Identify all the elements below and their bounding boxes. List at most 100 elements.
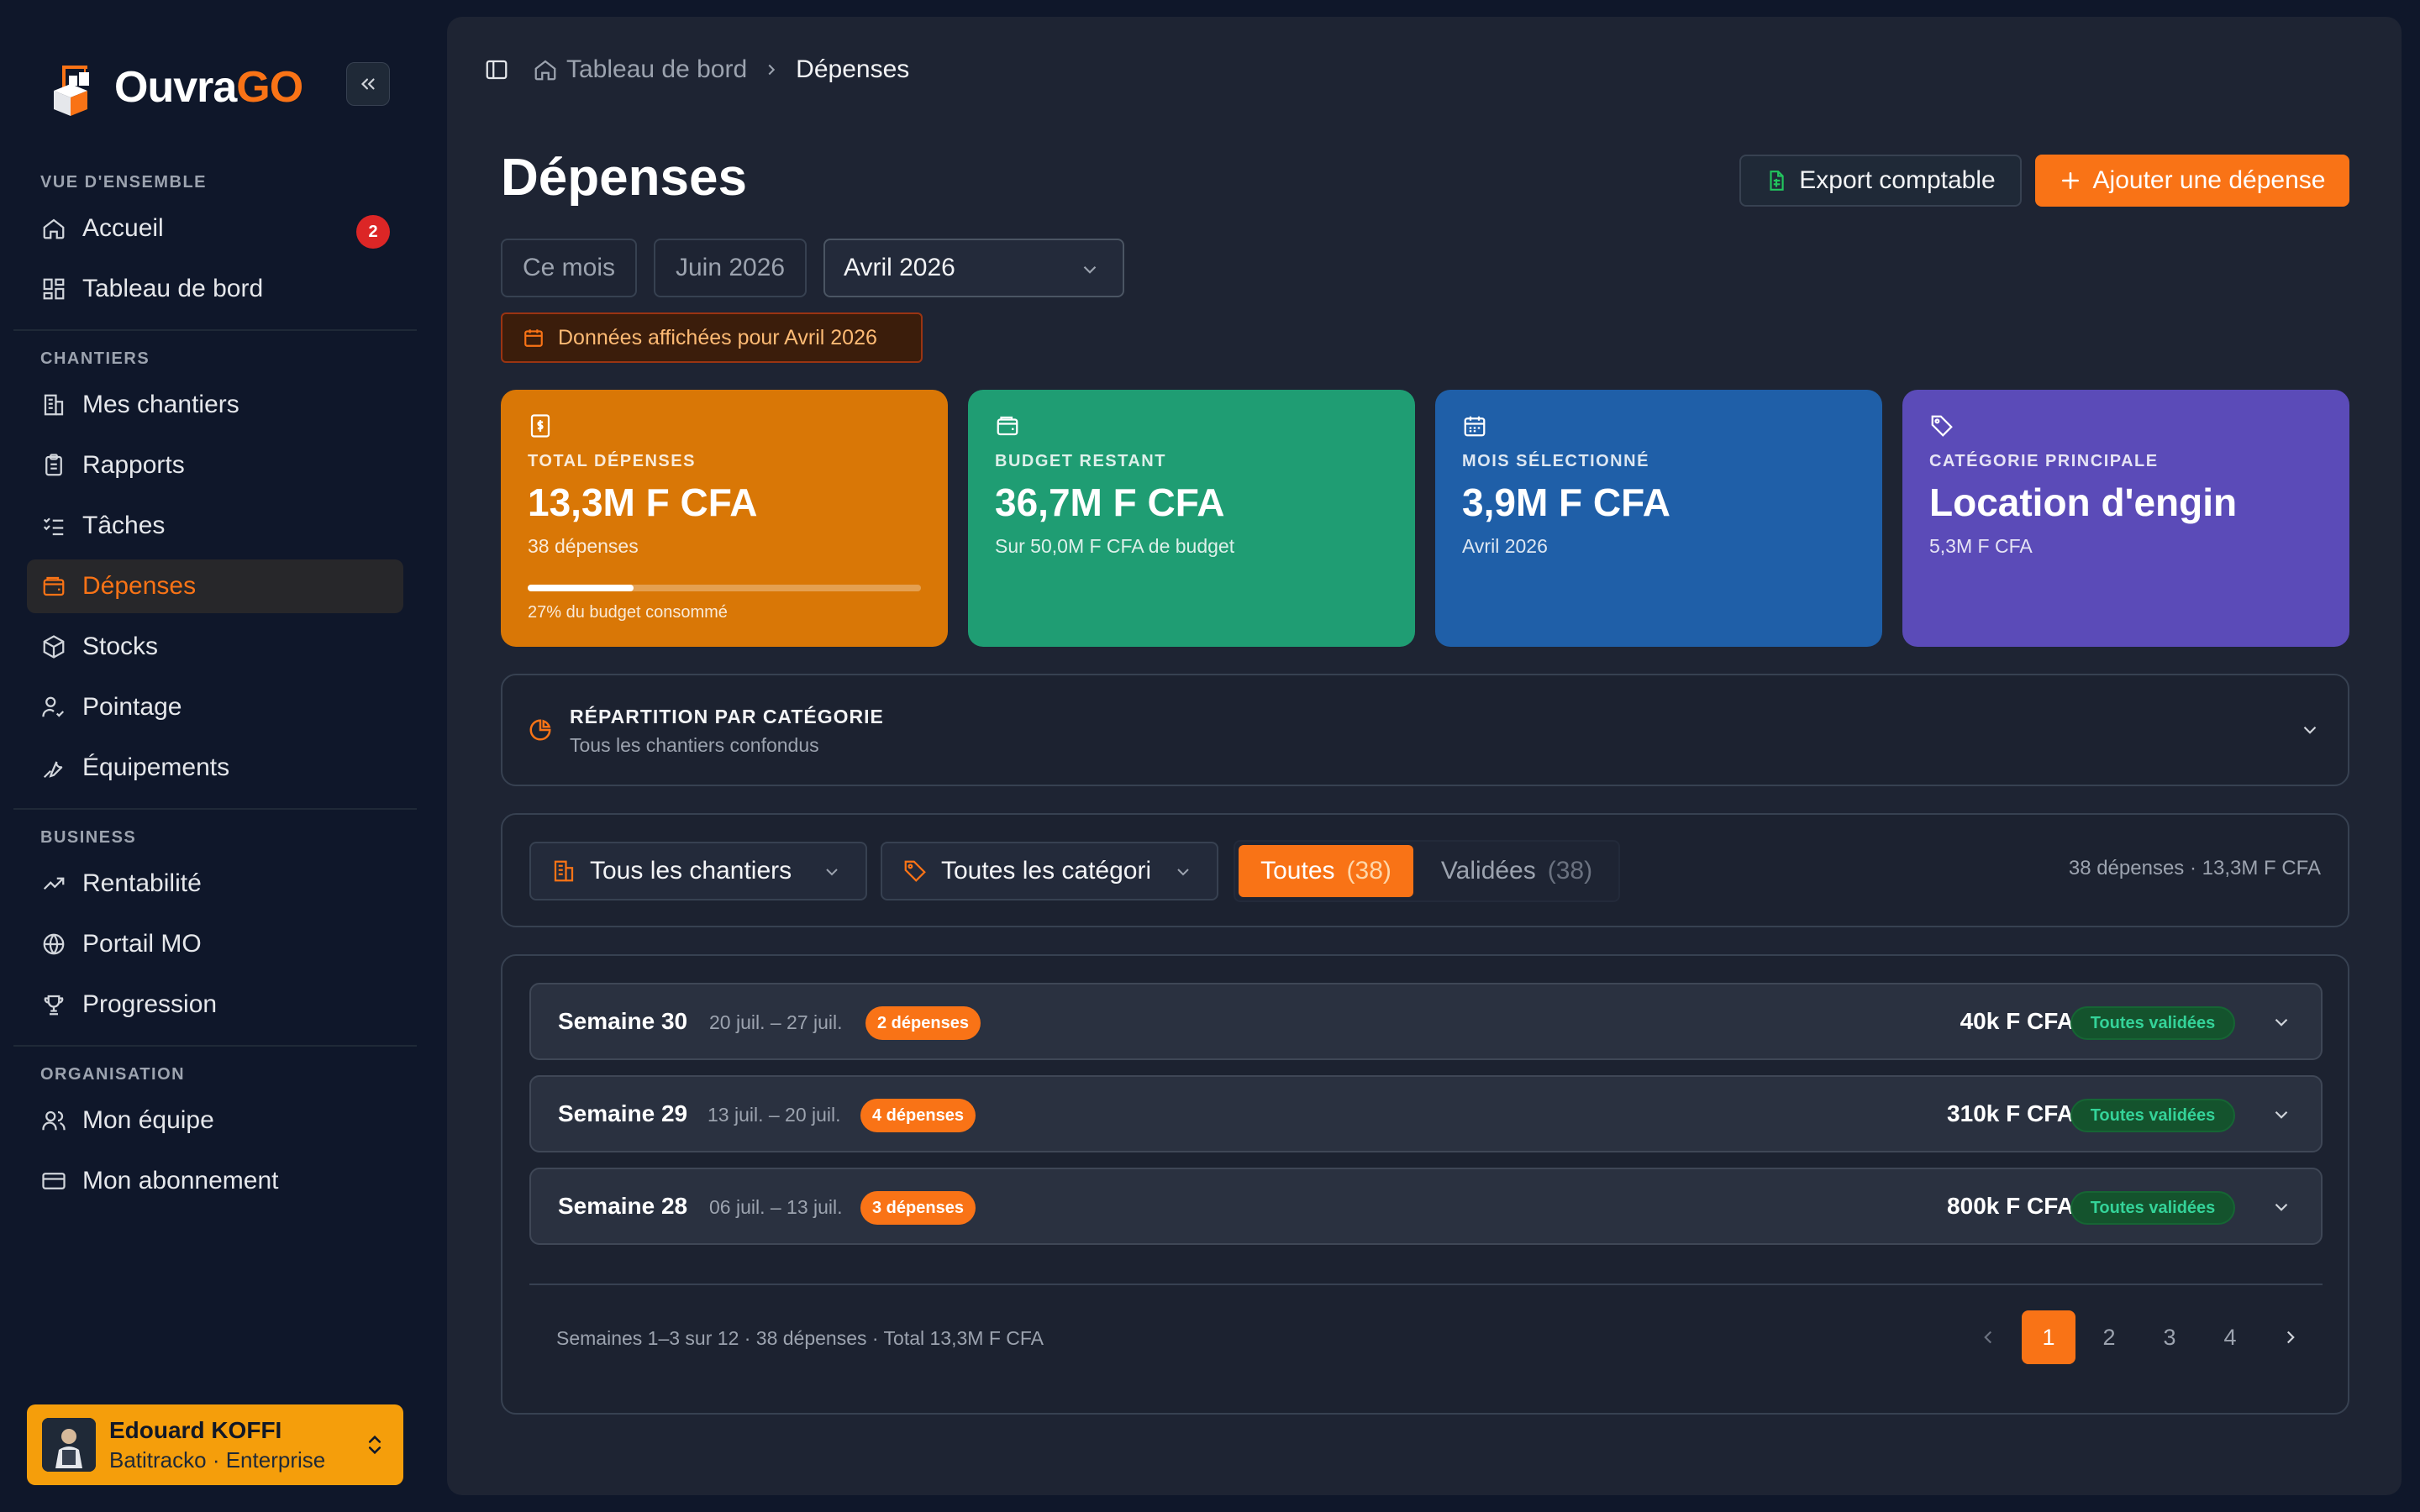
sidebar-item-tableau-de-bord[interactable]: Tableau de bord (27, 262, 403, 316)
sidebar-item-label: Rapports (82, 451, 185, 479)
users-icon (40, 1107, 67, 1134)
sidebar-item-progression[interactable]: Progression (27, 978, 403, 1032)
chevron-down-icon (2270, 1011, 2292, 1037)
sidebar-item-label: Mes chantiers (82, 391, 239, 418)
tag-icon (1929, 413, 2323, 438)
pagination-page-button[interactable]: 2 (2082, 1310, 2136, 1364)
add-expense-button[interactable]: Ajouter une dépense (2035, 155, 2349, 207)
user-menu-button[interactable]: Edouard KOFFI Batitracko · Enterprise (27, 1404, 403, 1485)
period-this-month-button[interactable]: Ce mois (501, 239, 638, 297)
tab-count: (38) (1547, 857, 1593, 885)
breadcrumb-link-dashboard[interactable]: Tableau de bord (566, 55, 747, 84)
pagination-page-button[interactable]: 4 (2203, 1310, 2257, 1364)
user-check-icon (40, 694, 67, 721)
tab-validees[interactable]: Validées (38) (1428, 845, 1605, 897)
month-select-value: Avril 2026 (844, 254, 955, 281)
month-select[interactable]: Avril 2026 (823, 239, 1124, 297)
sidebar-item-label: Tableau de bord (82, 275, 264, 302)
nav-divider (13, 808, 417, 810)
week-row[interactable]: Semaine 28 06 juil. – 13 juil. 3 dépense… (529, 1168, 2323, 1245)
pagination-summary: Semaines 1–3 sur 12 · 38 dépenses · Tota… (556, 1327, 1044, 1349)
expense-count-badge: 3 dépenses (860, 1191, 976, 1225)
sidebar-item-stocks[interactable]: Stocks (27, 620, 403, 674)
sidebar-item-rentabilite[interactable]: Rentabilité (27, 857, 403, 911)
week-amount: 800k F CFA (1947, 1193, 2074, 1219)
chevron-down-icon (1173, 862, 1193, 882)
brand-logo[interactable]: OuvraGO (50, 54, 303, 121)
sidebar-item-rapports[interactable]: Rapports (27, 438, 403, 492)
collapse-sidebar-button[interactable] (346, 62, 390, 106)
budget-progress-fill (528, 585, 634, 591)
week-row[interactable]: Semaine 30 20 juil. – 27 juil. 2 dépense… (529, 983, 2323, 1060)
tab-label: Toutes (1260, 857, 1335, 885)
stat-card-total: TOTAL DÉPENSES 13,3M F CFA 38 dépenses 2… (501, 390, 948, 647)
chevrons-left-icon (360, 78, 375, 90)
stat-label: CATÉGORIE PRINCIPALE (1929, 452, 2159, 470)
sidebar-item-mon-equipe[interactable]: Mon équipe (27, 1094, 403, 1147)
sidebar-item-depenses[interactable]: Dépenses (27, 559, 403, 613)
sidebar-item-mes-chantiers[interactable]: Mes chantiers (27, 378, 403, 432)
sidebar-item-accueil[interactable]: Accueil 2 (27, 202, 403, 255)
sidebar-item-portail-mo[interactable]: Portail MO (27, 917, 403, 971)
sidebar-item-pointage[interactable]: Pointage (27, 680, 403, 734)
trophy-icon (40, 991, 67, 1018)
sidebar-item-taches[interactable]: Tâches (27, 499, 403, 553)
building-icon (551, 858, 576, 884)
category-breakdown-subtitle: Tous les chantiers confondus (570, 734, 819, 756)
wrench-icon (40, 754, 67, 781)
chevron-down-icon (2270, 1196, 2292, 1222)
expense-count-badge: 4 dépenses (860, 1099, 976, 1132)
sidebar-item-label: Progression (82, 990, 218, 1018)
clipboard-icon (40, 452, 67, 479)
user-info: Edouard KOFFI Batitracko · Enterprise (109, 1417, 325, 1473)
category-breakdown-title: RÉPARTITION PAR CATÉGORIE (570, 706, 884, 727)
nav-divider (13, 329, 417, 331)
nav-divider (13, 1045, 417, 1047)
weekly-expenses-list: Semaine 30 20 juil. – 27 juil. 2 dépense… (501, 954, 2349, 1415)
nav-section-title: BUSINESS (40, 828, 137, 847)
stat-card-budget: BUDGET RESTANT 36,7M F CFA Sur 50,0M F C… (968, 390, 1415, 647)
site-filter-select[interactable]: Tous les chantiers (529, 842, 867, 900)
pagination-prev-button[interactable] (1961, 1310, 2015, 1364)
pagination-page-button[interactable]: 3 (2143, 1310, 2196, 1364)
stat-value: 36,7M F CFA (995, 480, 1225, 524)
dashboard-icon (40, 276, 67, 302)
export-button[interactable]: Export comptable (1739, 155, 2022, 207)
home-icon (40, 215, 67, 242)
sidebar-item-equipements[interactable]: Équipements (27, 741, 403, 795)
nav-section-title: VUE D'ENSEMBLE (40, 173, 208, 192)
add-expense-label: Ajouter une dépense (2092, 166, 2326, 194)
category-breakdown-toggle[interactable]: RÉPARTITION PAR CATÉGORIE Tous les chant… (501, 674, 2349, 786)
pagination-page-button[interactable]: 1 (2022, 1310, 2075, 1364)
nav-section-title: ORGANISATION (40, 1065, 186, 1084)
wallet-icon (995, 413, 1388, 438)
sidebar-item-label: Tâches (82, 512, 166, 539)
sidebar-toggle-icon[interactable] (484, 57, 509, 82)
notification-badge: 2 (356, 215, 390, 249)
brand-name: OuvraGO (114, 63, 303, 112)
week-row[interactable]: Semaine 29 13 juil. – 20 juil. 4 dépense… (529, 1075, 2323, 1152)
stat-value: 13,3M F CFA (528, 480, 758, 524)
dollar-receipt-icon (528, 413, 921, 438)
week-date-range: 13 juil. – 20 juil. (708, 1104, 841, 1126)
category-filter-select[interactable]: Toutes les catégories (881, 842, 1218, 900)
divider (529, 1284, 2323, 1285)
sidebar-item-mon-abonnement[interactable]: Mon abonnement (27, 1154, 403, 1208)
week-title: Semaine 28 (558, 1193, 688, 1219)
week-title: Semaine 30 (558, 1008, 688, 1034)
chevron-right-icon (762, 60, 781, 79)
export-label: Export comptable (1799, 166, 1996, 194)
stat-card-month: MOIS SÉLECTIONNÉ 3,9M F CFA Avril 2026 (1435, 390, 1882, 647)
tab-toutes[interactable]: Toutes (38) (1239, 845, 1413, 897)
breadcrumb: Tableau de bord Dépenses (484, 55, 909, 84)
main-content: Tableau de bord Dépenses Dépenses Export… (447, 17, 2402, 1495)
stat-value: 3,9M F CFA (1462, 480, 1670, 524)
sidebar-item-label: Portail MO (82, 930, 202, 958)
week-title: Semaine 29 (558, 1100, 688, 1126)
stat-subtext: Sur 50,0M F CFA de budget (995, 535, 1235, 557)
pagination-next-button[interactable] (2264, 1310, 2317, 1364)
period-info-text: Données affichées pour Avril 2026 (558, 325, 877, 349)
period-june-button[interactable]: Juin 2026 (654, 239, 808, 297)
week-date-range: 20 juil. – 27 juil. (709, 1011, 843, 1033)
sidebar-item-label: Pointage (82, 693, 182, 721)
